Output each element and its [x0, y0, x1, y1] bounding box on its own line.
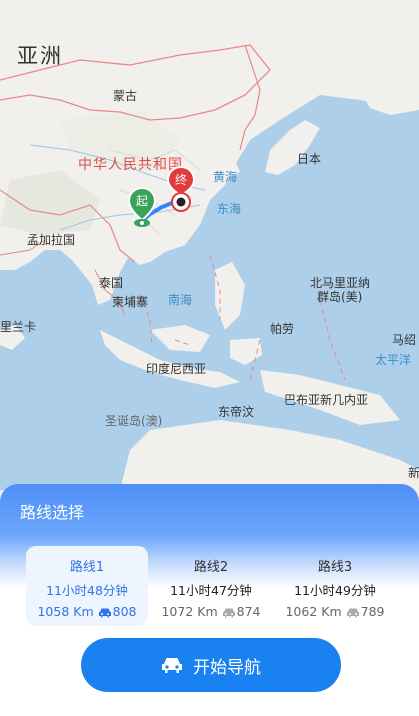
route-toll: 789	[360, 604, 385, 619]
panel-title: 路线选择	[20, 503, 85, 522]
route-stats: 1062 Km 789	[274, 604, 396, 619]
map-label-indonesia: 印度尼西亚	[146, 362, 207, 376]
route-panel: 路线选择 路线1 11小时48分钟 1058 Km 808 路线2 11小时47分…	[0, 484, 419, 716]
map-label-yellow-sea: 黄海	[213, 170, 238, 184]
route-option-3[interactable]: 路线3 11小时49分钟 1062 Km 789	[274, 546, 396, 626]
map-label-sri-lanka: 里兰卡	[0, 320, 37, 334]
end-marker-label: 终	[174, 173, 187, 187]
car-icon	[222, 608, 235, 618]
map-label-timor: 东帝汶	[218, 405, 255, 419]
map-label-nmi-2: 群岛(美)	[317, 290, 363, 304]
start-marker-label: 起	[135, 194, 148, 208]
route-option-2[interactable]: 路线2 11小时47分钟 1072 Km 874	[150, 546, 272, 626]
route-stats: 1072 Km 874	[150, 604, 272, 619]
route-toll: 808	[112, 604, 137, 619]
route-toll: 874	[236, 604, 261, 619]
map-label-pacific-2: 太平洋	[375, 353, 412, 367]
start-navigation-button[interactable]: 开始导航	[81, 638, 341, 692]
end-marker[interactable]: 终	[166, 165, 196, 213]
route-distance: 1058 Km	[37, 604, 94, 619]
map-view[interactable]: 亚洲 蒙古 中华人民共和国 黄海 日本 东海 孟加拉国 泰国 柬埔寨 南海 里兰…	[0, 0, 419, 490]
map-label-palau: 帕劳	[270, 322, 295, 336]
route-name: 路线2	[193, 560, 229, 575]
car-icon	[98, 608, 111, 618]
route-name: 路线3	[317, 560, 353, 575]
map-label-png: 巴布亚新几内亚	[284, 393, 369, 407]
map-label-south-sea: 南海	[168, 293, 193, 307]
route-duration: 11小时48分钟	[46, 583, 128, 598]
route-duration: 11小时49分钟	[294, 583, 376, 598]
map-label-cambodia: 柬埔寨	[112, 295, 149, 309]
map-label-bangladesh: 孟加拉国	[27, 233, 76, 247]
map-label-nz-edge: 新	[408, 466, 419, 480]
route-stats: 1058 Km 808	[26, 604, 148, 619]
route-option-1[interactable]: 路线1 11小时48分钟 1058 Km 808	[26, 546, 148, 626]
route-name: 路线1	[69, 560, 105, 575]
map-label-asia: 亚洲	[17, 44, 63, 68]
map-label-japan: 日本	[297, 152, 322, 166]
route-distance: 1062 Km	[285, 604, 342, 619]
map-label-pacific-1: 马绍	[392, 333, 417, 347]
route-distance: 1072 Km	[161, 604, 218, 619]
map-label-christmas: 圣诞岛(澳)	[105, 414, 163, 428]
map-label-east-sea: 东海	[217, 202, 242, 216]
start-navigation-label: 开始导航	[193, 657, 261, 678]
map-label-mongolia: 蒙古	[113, 89, 138, 103]
route-duration: 11小时47分钟	[170, 583, 252, 598]
start-marker[interactable]: 起	[127, 186, 157, 230]
car-icon	[162, 658, 182, 673]
map-label-thailand: 泰国	[99, 276, 124, 290]
car-icon	[346, 608, 359, 618]
